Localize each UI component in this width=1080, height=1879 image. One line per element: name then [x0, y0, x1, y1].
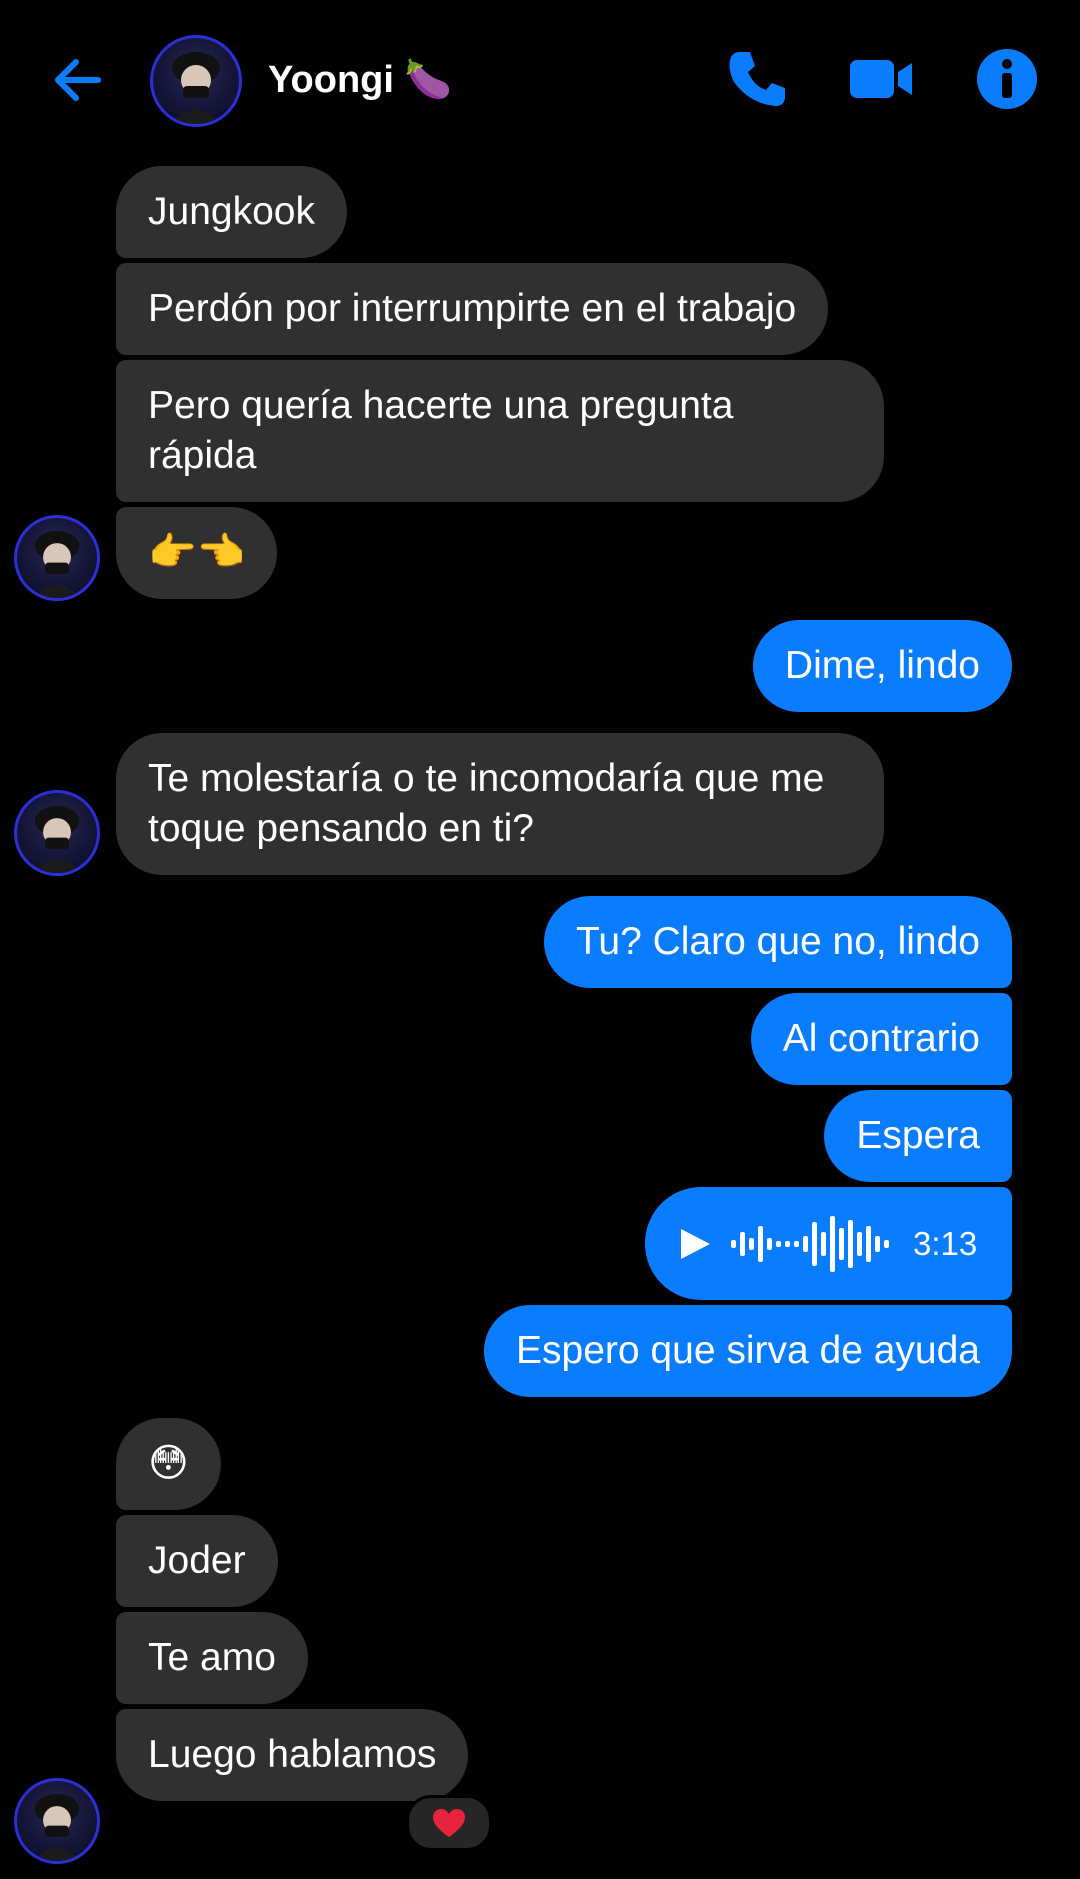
sender-avatar[interactable]: [14, 790, 100, 876]
message-emoji: 👉👈: [148, 531, 246, 574]
incoming-message-bubble[interactable]: Te amo: [116, 1612, 308, 1704]
message-text: Te molestaría o te incomodaría que me to…: [148, 757, 825, 850]
sender-avatar[interactable]: [14, 515, 100, 601]
outgoing-message-bubble[interactable]: Tu? Claro que no, lindo: [544, 896, 1012, 988]
incoming-message-bubble[interactable]: Te molestaría o te incomodaría que me to…: [116, 733, 884, 875]
back-arrow-icon[interactable]: [48, 50, 108, 110]
voice-message-bubble[interactable]: 3:13: [645, 1187, 1012, 1300]
audio-duration: 3:13: [913, 1224, 978, 1262]
incoming-message-bubble[interactable]: Jungkook: [116, 166, 347, 258]
incoming-message-bubble[interactable]: 👉👈: [116, 507, 278, 599]
audio-waveform[interactable]: [731, 1214, 901, 1274]
info-icon[interactable]: [972, 44, 1042, 114]
message-text: Te amo: [148, 1636, 276, 1679]
message-emoji: 😳: [148, 1442, 189, 1485]
incoming-message-bubble[interactable]: 😳: [116, 1418, 221, 1510]
outgoing-message-bubble[interactable]: Dime, lindo: [752, 620, 1012, 712]
chat-header: Yoongi 🍆: [0, 0, 1080, 160]
contact-avatar[interactable]: [150, 35, 242, 127]
message-text: Tu? Claro que no, lindo: [576, 920, 980, 963]
incoming-message-bubble[interactable]: Joder: [116, 1515, 278, 1607]
message-text: Luego hablamos: [148, 1733, 437, 1776]
incoming-message-bubble[interactable]: Perdón por interrumpirte en el trabajo: [116, 263, 829, 355]
phone-icon[interactable]: [722, 44, 792, 114]
message-text: Joder: [148, 1539, 246, 1582]
sender-avatar[interactable]: [14, 1778, 100, 1864]
message-reaction[interactable]: [406, 1795, 492, 1851]
heart-icon: [433, 1809, 465, 1837]
contact-name[interactable]: Yoongi 🍆: [268, 56, 452, 104]
message-text: Perdón por interrumpirte en el trabajo: [148, 287, 797, 330]
outgoing-message-bubble[interactable]: Al contrario: [750, 993, 1012, 1085]
outgoing-message-bubble[interactable]: Espera: [824, 1090, 1012, 1182]
message-text: Pero quería hacerte una pregunta rápida: [148, 384, 734, 477]
incoming-message-bubble[interactable]: Pero quería hacerte una pregunta rápida: [116, 360, 884, 502]
message-text: Espero que sirva de ayuda: [516, 1329, 980, 1372]
message-text: Espera: [856, 1114, 980, 1157]
play-icon[interactable]: [677, 1226, 713, 1262]
incoming-message-bubble[interactable]: Luego hablamos: [116, 1709, 469, 1801]
message-text: Al contrario: [782, 1017, 980, 1060]
message-text: Dime, lindo: [784, 644, 980, 687]
message-text: Jungkook: [148, 190, 315, 233]
video-camera-icon[interactable]: [846, 44, 916, 114]
outgoing-message-bubble[interactable]: Espero que sirva de ayuda: [484, 1305, 1012, 1397]
